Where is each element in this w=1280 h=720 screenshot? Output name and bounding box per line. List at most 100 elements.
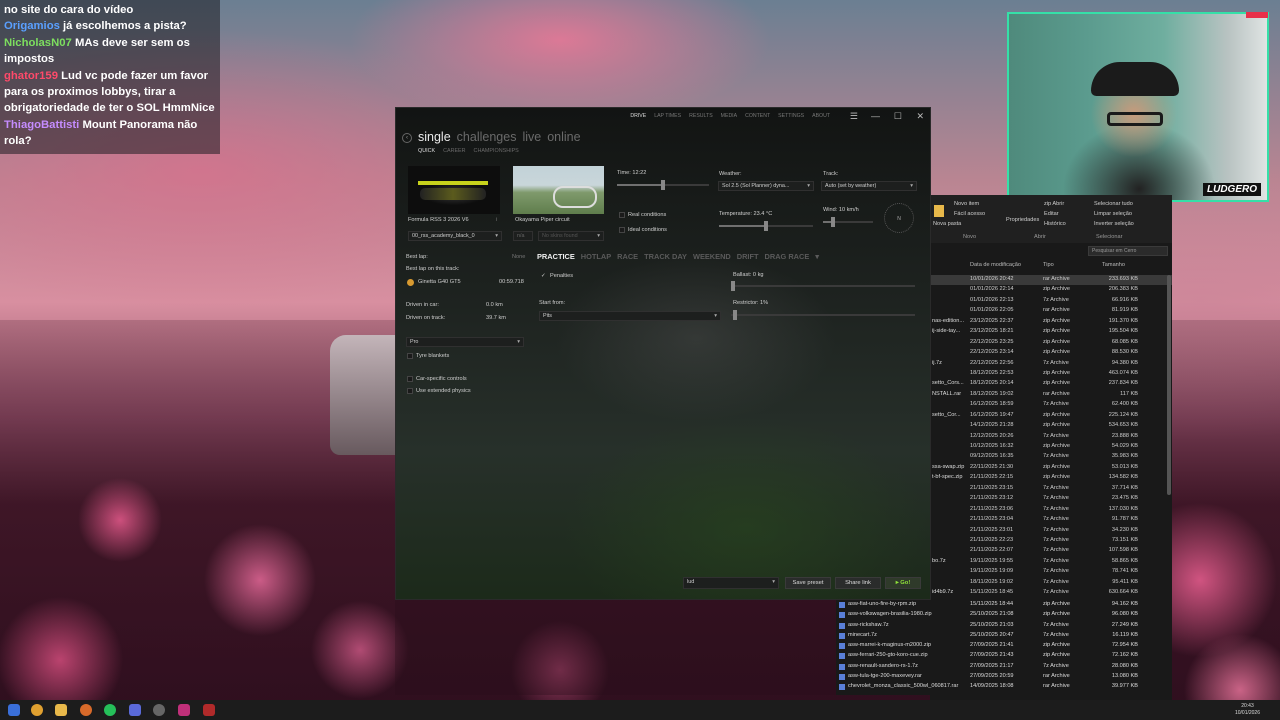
submode-quick[interactable]: QUICK [418,148,435,154]
history-button[interactable]: Histórico [1044,221,1066,227]
slider-knob[interactable] [764,221,768,231]
skin-small-select[interactable]: n/a [513,231,533,241]
close-icon[interactable]: ✕ [916,111,924,122]
weather-select[interactable]: Sol 2.5 (Sol Planner) dyna... ▾ [718,181,814,191]
table-row[interactable]: 10/12/2025 16:32 zip Archive 54.029 KB [930,442,1172,452]
search-input[interactable]: Pesquisar em Cerro [1088,246,1168,256]
clear-selection-button[interactable]: Limpar seleção [1094,211,1132,217]
app2-icon[interactable] [178,704,190,716]
file-explorer-icon[interactable] [55,704,67,716]
restrictor-slider[interactable] [731,310,915,320]
tab-hotlap[interactable]: HOTLAP [581,252,611,261]
nav-about[interactable]: ABOUT [812,113,830,119]
skin-select[interactable]: 00_rss_academy_black_0 ▾ [408,231,502,241]
column-size[interactable]: Tamanho [1102,262,1125,268]
tab-weekend[interactable]: WEEKEND [693,252,731,261]
save-preset-button[interactable]: Save preset [785,577,831,589]
chevron-down-icon[interactable]: ▾ [815,252,819,261]
submode-career[interactable]: CAREER [443,148,465,154]
app-icon[interactable] [80,704,92,716]
slider-knob[interactable] [831,217,835,227]
invert-selection-button[interactable]: Inverter seleção [1094,221,1134,227]
nav-content[interactable]: CONTENT [745,113,770,119]
easy-access-button[interactable]: Fácil acesso [954,211,985,217]
assists-select[interactable]: Pro ▾ [406,337,524,347]
table-row[interactable]: asw-renault-sandero-rs-1.7z 27/09/2025 21… [836,662,1172,672]
table-row[interactable]: asw-volkswagen-brasilia-1980.zip 25/10/20… [836,610,1172,620]
open-button[interactable]: zip Abrir [1044,201,1064,207]
table-row[interactable]: 21/11/2025 23:01 7z Archive 34.230 KB [930,526,1172,536]
back-icon[interactable]: ‹ [402,133,412,143]
tab-drag-race[interactable]: DRAG RACE [765,252,810,261]
track-preview[interactable] [513,166,604,214]
windows-start-icon[interactable] [8,704,20,716]
nav-drive[interactable]: DRIVE [630,113,646,119]
table-row[interactable]: 09/12/2025 16:35 7z Archive 35.983 KB [930,452,1172,462]
discord-icon[interactable] [129,704,141,716]
time-slider[interactable] [617,180,709,190]
start-from-select[interactable]: Pits ▾ [539,311,721,321]
car-controls-checkbox[interactable] [407,376,413,382]
menu-icon[interactable]: ☰ [850,111,858,122]
table-row[interactable]: asw-fiat-uno-fire-by-rpm.zip 15/11/2025 1… [836,600,1172,610]
ideal-conditions-checkbox[interactable] [619,227,625,233]
table-row[interactable]: 22/12/2025 23:25 zip Archive 68.085 KB [930,338,1172,348]
table-row[interactable]: 21/11/2025 23:04 7z Archive 91.787 KB [930,515,1172,525]
maximize-icon[interactable]: ☐ [894,111,902,122]
obs-icon[interactable] [153,704,165,716]
mode-challenges[interactable]: challenges [457,130,517,144]
content-manager-icon[interactable] [203,704,215,716]
tyre-blankets-checkbox[interactable] [407,353,413,359]
table-row[interactable]: nas-edition... 23/12/2025 22:37 zip Archiv… [930,317,1172,327]
table-row[interactable]: 18/11/2025 19:02 7z Archive 95.411 KB [930,578,1172,588]
table-row[interactable]: 21/11/2025 23:12 7z Archive 23.475 KB [930,494,1172,504]
track-state-select[interactable]: Auto (set by weather) ▾ [821,181,917,191]
car-name[interactable]: Formula RSS 3 2026 V6 [408,217,469,223]
tab-practice[interactable]: PRACTICE [537,252,575,261]
select-all-button[interactable]: Selecionar tudo [1094,201,1133,207]
slider-knob[interactable] [731,281,735,291]
table-row[interactable]: ij-side-tay... 23/12/2025 18:21 zip Archiv… [930,327,1172,337]
column-type[interactable]: Tipo [1043,262,1054,268]
table-row[interactable]: 01/01/2026 22:14 zip Archive 206.383 KB [930,285,1172,295]
table-row[interactable]: 14/12/2025 21:28 zip Archive 534.653 KB [930,421,1172,431]
nav-results[interactable]: RESULTS [689,113,713,119]
track-name[interactable]: Okayama Piper circuit [515,217,570,223]
minimize-icon[interactable]: — [871,111,880,121]
table-row[interactable]: asw-marrei-k-maginus-m2000.zip 27/09/2025… [836,641,1172,651]
new-item-button[interactable]: Novo item [954,201,979,207]
table-row[interactable]: bo.7z 19/11/2025 19:55 7z Archive 58.865 KB [930,557,1172,567]
wind-direction-dial[interactable]: N [884,203,914,233]
table-row[interactable]: asw-ferrari-250-gto-koro-cue.zip 27/09/20… [836,651,1172,661]
go-button[interactable]: ▸ Go! [885,577,921,589]
real-conditions-checkbox[interactable] [619,212,625,218]
table-row[interactable]: 01/01/2026 22:13 7z Archive 66.916 KB [930,296,1172,306]
column-date[interactable]: Data de modificação [970,262,1021,268]
whatsapp-icon[interactable] [104,704,116,716]
table-row[interactable]: setto_Cor... 16/12/2025 19:47 zip Archive 2… [930,411,1172,421]
properties-button[interactable]: Propriedades [1006,217,1039,223]
check-icon[interactable]: ✓ [541,273,546,279]
car-info-icon[interactable]: i [496,217,497,223]
table-row[interactable]: 19/11/2025 19:09 7z Archive 78.741 KB [930,567,1172,577]
table-row[interactable]: 21/11/2025 23:06 7z Archive 137.030 KB [930,505,1172,515]
mode-online[interactable]: online [547,130,580,144]
submode-championships[interactable]: CHAMPIONSHIPS [474,148,519,154]
table-row[interactable]: 22/12/2025 23:14 zip Archive 88.530 KB [930,348,1172,358]
chrome-icon[interactable] [31,704,43,716]
tab-track-day[interactable]: TRACK DAY [644,252,687,261]
table-row[interactable]: 10/01/2026 20:42 rar Archive 233.693 KB [930,275,1172,286]
tab-drift[interactable]: DRIFT [737,252,759,261]
mode-live[interactable]: live [522,130,541,144]
new-folder-button[interactable]: Nova pasta [933,221,961,227]
table-row[interactable]: t-bf-spec.zip 21/11/2025 22:15 zip Archive… [930,473,1172,483]
ext-physics-checkbox[interactable] [407,388,413,394]
tab-race[interactable]: RACE [617,252,638,261]
table-row[interactable]: id4b9.7z 15/11/2025 18:45 7z Archive 630.66… [930,588,1172,598]
share-link-button[interactable]: Share link [835,577,881,589]
table-row[interactable]: 21/11/2025 22:23 7z Archive 73.151 KB [930,536,1172,546]
temperature-slider[interactable] [719,221,813,231]
clock[interactable]: 20:43 10/01/2026 [1235,703,1260,717]
table-row[interactable]: ssa-swap.zip 22/11/2025 21:30 zip Archive 5… [930,463,1172,473]
table-row[interactable]: asw-rickshaw.7z 25/10/2025 21:03 7z Archiv… [836,621,1172,631]
